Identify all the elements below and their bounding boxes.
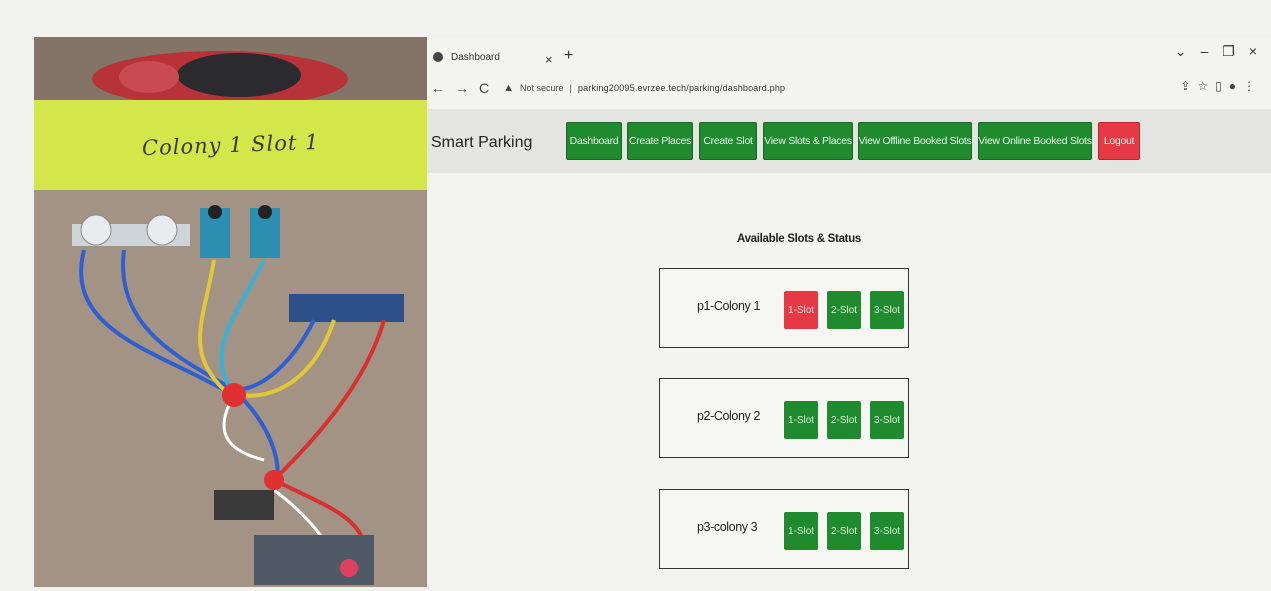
forward-icon[interactable]: →	[455, 80, 469, 96]
nav-create-places-button[interactable]: Create Places	[627, 122, 693, 160]
browser-window: Dashboard × + ⌄ – ❐ × ← → C ▲ Not secure…	[427, 37, 1271, 591]
nav-create-slot-button[interactable]: Create Slot	[699, 122, 757, 160]
colony-slot-banner: Colony 1 Slot 1	[34, 100, 427, 190]
tab-title: Dashboard	[451, 51, 500, 63]
tab-search-icon[interactable]: ⌄	[1175, 43, 1187, 60]
url-text[interactable]: parking20095.evrzee.tech/parking/dashboa…	[578, 83, 785, 93]
slot-button[interactable]: 2-Slot	[827, 291, 861, 329]
slot-button[interactable]: 3-Slot	[870, 291, 904, 329]
browser-tab-bar: Dashboard × + ⌄ – ❐ ×	[427, 37, 1271, 73]
section-title: Available Slots & Status	[737, 233, 862, 245]
window-close-icon[interactable]: ×	[1249, 43, 1257, 60]
circuit-wiring-image	[72, 205, 404, 585]
sidepanel-icon[interactable]: ▯	[1215, 79, 1222, 93]
restore-icon[interactable]: ❐	[1222, 43, 1235, 60]
tab-close-icon[interactable]: ×	[545, 52, 553, 67]
slot-button[interactable]: 3-Slot	[870, 512, 904, 550]
place-name: p2-Colony 2	[697, 409, 761, 423]
circuit-board-area	[34, 190, 427, 587]
place-name: p3-colony 3	[697, 520, 758, 534]
slot-button[interactable]: 1-Slot	[784, 512, 818, 550]
place-card: p2-Colony 2 1-Slot 2-Slot 3-Slot	[659, 378, 909, 458]
slot-button[interactable]: 3-Slot	[870, 401, 904, 439]
window-controls: ⌄ – ❐ ×	[1175, 43, 1257, 60]
tab-favicon-icon	[433, 52, 443, 62]
place-card: p1-Colony 1 1-Slot 2-Slot 3-Slot	[659, 268, 909, 348]
app-navbar: Smart Parking Dashboard Create Places Cr…	[427, 109, 1271, 173]
app-brand[interactable]: Smart Parking	[431, 134, 532, 152]
nav-view-offline-booked-button[interactable]: View Offline Booked Slots	[858, 122, 972, 160]
browser-toolbar-icons: ⇪ ☆ ▯ ● ⋮	[1180, 79, 1255, 93]
slot-button[interactable]: 1-Slot	[784, 291, 818, 329]
logout-button[interactable]: Logout	[1098, 122, 1140, 160]
url-separator: |	[569, 83, 572, 93]
minimize-icon[interactable]: –	[1200, 43, 1208, 60]
nav-view-online-booked-button[interactable]: View Online Booked Slots	[978, 122, 1092, 160]
menu-icon[interactable]: ⋮	[1243, 79, 1255, 93]
prototype-photo: Colony 1 Slot 1	[34, 37, 427, 587]
reload-icon[interactable]: C	[479, 80, 489, 96]
back-icon[interactable]: ←	[431, 80, 445, 96]
star-icon[interactable]: ☆	[1197, 79, 1208, 93]
security-status[interactable]: Not secure	[520, 83, 564, 93]
share-icon[interactable]: ⇪	[1180, 79, 1190, 93]
warning-icon: ▲	[503, 82, 515, 94]
address-bar: ← → C ▲ Not secure | parking20095.evrzee…	[427, 75, 1271, 101]
place-card: p3-colony 3 1-Slot 2-Slot 3-Slot	[659, 489, 909, 569]
browser-tab[interactable]: Dashboard	[433, 45, 583, 69]
nav-dashboard-button[interactable]: Dashboard	[566, 122, 622, 160]
profile-icon[interactable]: ●	[1229, 79, 1236, 93]
url-field[interactable]: ▲ Not secure | parking20095.evrzee.tech/…	[503, 82, 785, 94]
browser-nav-buttons: ← → C	[431, 80, 489, 96]
slot-button[interactable]: 1-Slot	[784, 401, 818, 439]
slot-button[interactable]: 2-Slot	[827, 401, 861, 439]
slot-button[interactable]: 2-Slot	[827, 512, 861, 550]
place-name: p1-Colony 1	[697, 299, 761, 313]
nav-view-slots-places-button[interactable]: View Slots & Places	[763, 122, 853, 160]
colony-slot-label: Colony 1 Slot 1	[141, 129, 320, 161]
new-tab-icon[interactable]: +	[564, 47, 573, 65]
